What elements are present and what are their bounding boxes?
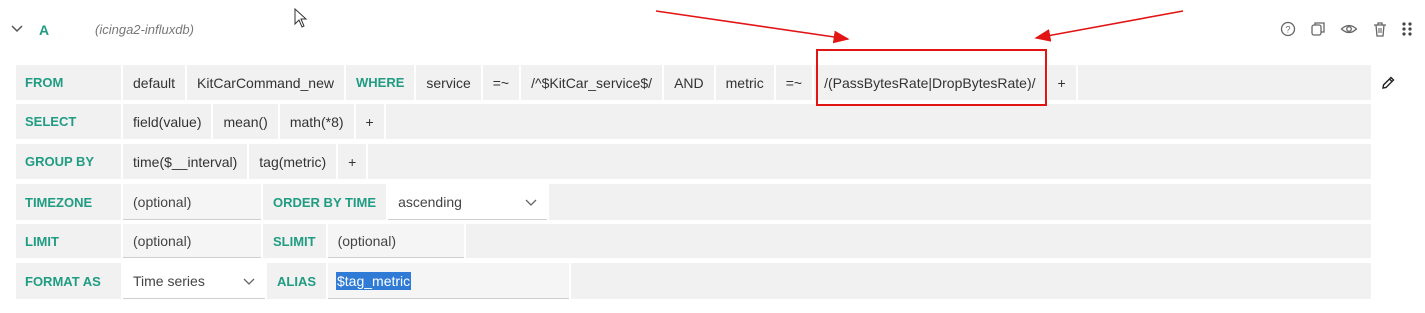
from-row: FROM default KitCarCommand_new WHERE ser…	[16, 65, 1371, 100]
where-label: WHERE	[346, 65, 415, 100]
timezone-label: TIMEZONE	[16, 184, 121, 220]
chevron-down-icon[interactable]	[10, 22, 24, 36]
where-condition[interactable]: AND	[664, 65, 714, 100]
order-by-time-label: ORDER BY TIME	[263, 184, 387, 220]
copy-icon[interactable]	[1309, 20, 1327, 38]
pencil-icon[interactable]	[1380, 75, 1396, 91]
slimit-label: SLIMIT	[263, 224, 326, 258]
row-filler	[385, 104, 1371, 139]
format-as-value: Time series	[133, 272, 205, 289]
alias-value: $tag_metric	[336, 271, 412, 290]
row-filler	[368, 144, 1371, 179]
where-tag-value[interactable]: /^$KitCar_service$/	[521, 65, 663, 100]
format-as-label: FORMAT AS	[16, 263, 121, 299]
row-filler	[1077, 65, 1371, 100]
row-filler	[465, 224, 1371, 258]
order-by-select[interactable]: ascending	[388, 184, 548, 220]
select-field[interactable]: field(value)	[123, 104, 212, 139]
add-select-button[interactable]: +	[355, 104, 384, 139]
group-by-row: GROUP BY time($__interval) tag(metric) +	[16, 144, 1371, 179]
select-aggregation[interactable]: mean()	[213, 104, 278, 139]
chevron-down-icon	[243, 278, 255, 285]
select-label: SELECT	[16, 104, 121, 139]
datasource-name: (icinga2-influxdb)	[95, 22, 194, 37]
limit-input[interactable]: (optional)	[123, 224, 261, 258]
from-label: FROM	[16, 65, 121, 100]
add-group-by-button[interactable]: +	[338, 144, 367, 179]
row-filler	[549, 184, 1371, 220]
limit-row: LIMIT (optional) SLIMIT (optional)	[16, 224, 1371, 258]
select-row: SELECT field(value) mean() math(*8) +	[16, 104, 1371, 139]
from-policy[interactable]: default	[123, 65, 186, 100]
select-math[interactable]: math(*8)	[279, 104, 354, 139]
help-icon[interactable]: ?	[1279, 20, 1297, 38]
drag-handle-icon[interactable]	[1398, 20, 1416, 38]
format-as-select[interactable]: Time series	[123, 263, 265, 299]
alias-label: ALIAS	[267, 263, 326, 299]
timezone-row: TIMEZONE (optional) ORDER BY TIME ascend…	[16, 184, 1371, 220]
trash-icon[interactable]	[1371, 20, 1389, 38]
annotation-highlight-box	[816, 49, 1047, 106]
query-letter[interactable]: A	[39, 22, 49, 38]
group-by-time[interactable]: time($__interval)	[123, 144, 248, 179]
limit-label: LIMIT	[16, 224, 121, 258]
order-by-value: ascending	[398, 193, 462, 210]
mouse-cursor-icon	[294, 8, 308, 28]
group-by-tag[interactable]: tag(metric)	[249, 144, 337, 179]
where-tag-key[interactable]: metric	[715, 65, 774, 100]
chevron-down-icon	[525, 199, 537, 206]
add-where-button[interactable]: +	[1047, 65, 1076, 100]
row-filler	[571, 263, 1371, 299]
from-measurement[interactable]: KitCarCommand_new	[187, 65, 344, 100]
slimit-input[interactable]: (optional)	[327, 224, 464, 258]
where-tag-key[interactable]: service	[416, 65, 481, 100]
timezone-input[interactable]: (optional)	[123, 184, 261, 220]
svg-text:?: ?	[1285, 25, 1290, 35]
where-operator[interactable]: =~	[482, 65, 520, 100]
eye-icon[interactable]	[1340, 20, 1358, 38]
alias-input[interactable]: $tag_metric	[328, 263, 569, 299]
format-row: FORMAT AS Time series ALIAS $tag_metric	[16, 263, 1371, 299]
where-operator[interactable]: =~	[775, 65, 813, 100]
query-header: A (icinga2-influxdb) ?	[0, 0, 1425, 60]
group-by-label: GROUP BY	[16, 144, 121, 179]
